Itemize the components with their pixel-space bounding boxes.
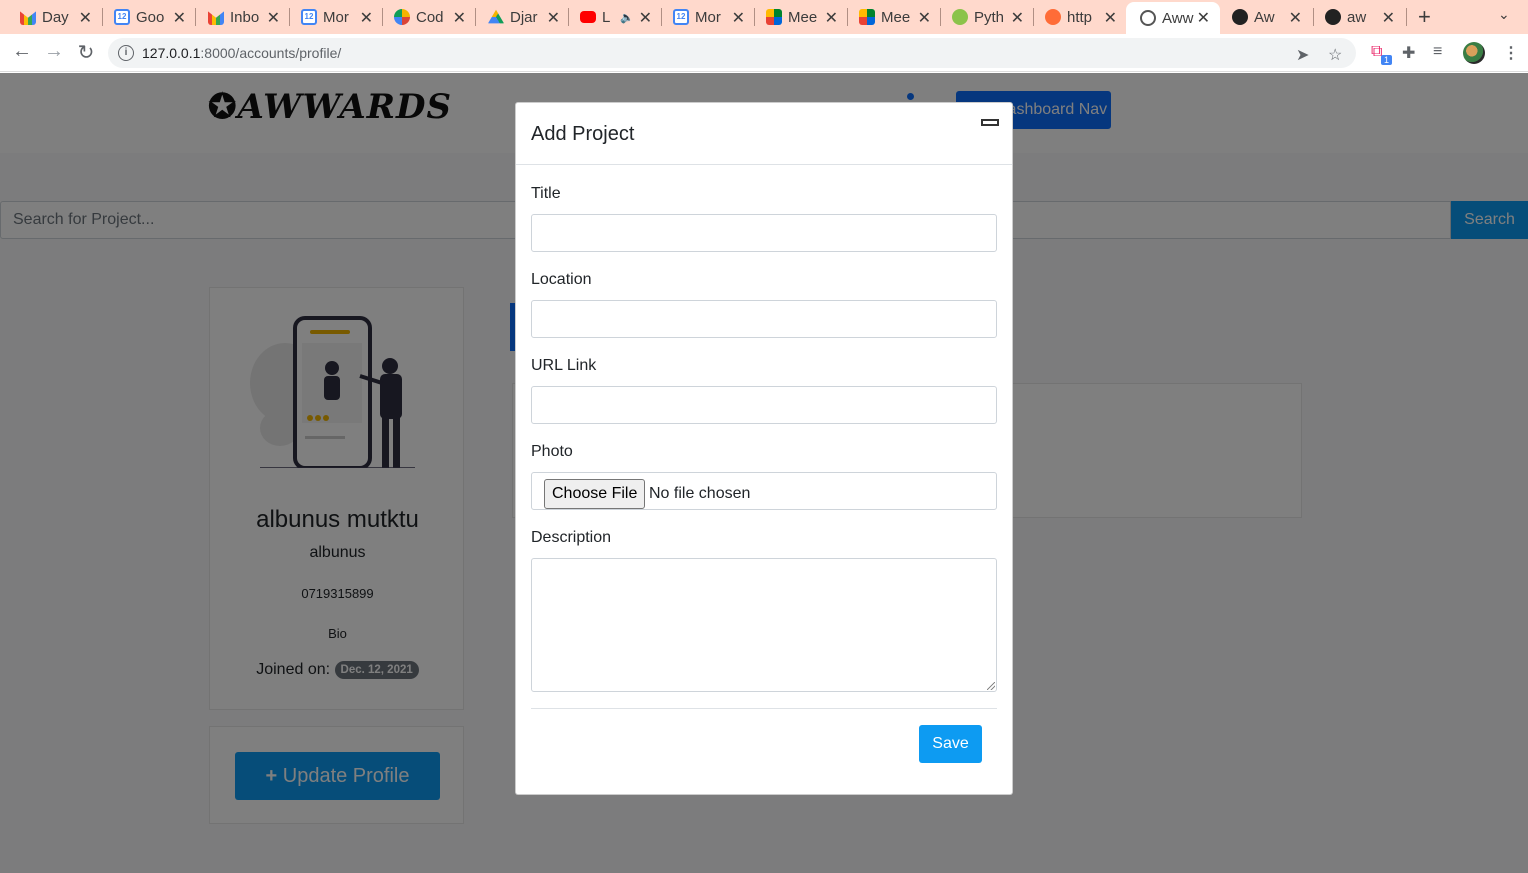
browser-tab-strip: Day ✕ 12 Goo ✕ Inbo ✕ 12 Mor ✕ Cod ✕ Dja… bbox=[0, 0, 1528, 34]
close-icon[interactable] bbox=[981, 119, 999, 126]
github-icon bbox=[1232, 9, 1248, 25]
bookmark-star-icon[interactable]: ☆ bbox=[1328, 45, 1342, 65]
browser-tab[interactable]: Aw ✕ bbox=[1218, 2, 1312, 32]
browser-tab[interactable]: Day ✕ bbox=[6, 2, 102, 32]
browser-tab[interactable]: Pyth ✕ bbox=[938, 2, 1034, 32]
close-tab-icon[interactable]: ✕ bbox=[547, 8, 560, 28]
address-bar[interactable]: i 127.0.0.1:8000/accounts/profile/ ➤ ☆ bbox=[108, 38, 1356, 68]
resize-handle-icon[interactable] bbox=[987, 682, 995, 690]
browser-tab[interactable]: http ✕ bbox=[1031, 2, 1127, 32]
github-icon bbox=[1325, 9, 1341, 25]
file-status-text: No file chosen bbox=[649, 485, 751, 502]
description-textarea[interactable] bbox=[531, 558, 997, 692]
close-tab-icon[interactable]: ✕ bbox=[267, 8, 280, 28]
browser-toolbar: ← → ↻ i 127.0.0.1:8000/accounts/profile/… bbox=[0, 34, 1528, 72]
new-tab-plus-icon[interactable]: + bbox=[1418, 4, 1431, 30]
close-tab-icon[interactable]: ✕ bbox=[825, 8, 838, 28]
python-icon bbox=[952, 9, 968, 25]
close-tab-icon[interactable]: ✕ bbox=[79, 8, 92, 28]
forward-arrow-icon[interactable]: → bbox=[42, 40, 66, 63]
close-tab-icon[interactable]: ✕ bbox=[1011, 8, 1024, 28]
browser-tab[interactable]: 12 Mor ✕ bbox=[659, 2, 755, 32]
globe-icon bbox=[1140, 10, 1156, 26]
browser-tab[interactable]: Inbo ✕ bbox=[194, 2, 290, 32]
media-queue-icon[interactable]: ≡ bbox=[1433, 43, 1442, 61]
codewars-icon bbox=[394, 9, 410, 25]
kebab-menu-icon[interactable]: ⋮ bbox=[1503, 43, 1519, 63]
google-drive-icon bbox=[488, 9, 504, 24]
close-tab-icon[interactable]: ✕ bbox=[732, 8, 745, 28]
page-viewport: ✪AWWARDS Dashboard Nav ▼ Search for Proj… bbox=[0, 73, 1528, 873]
close-tab-icon[interactable]: ✕ bbox=[1104, 8, 1117, 28]
title-input[interactable] bbox=[531, 214, 997, 252]
close-tab-icon[interactable]: ✕ bbox=[360, 8, 373, 28]
send-icon[interactable]: ➤ bbox=[1296, 45, 1309, 65]
gmail-icon bbox=[20, 11, 36, 25]
reload-icon[interactable]: ↻ bbox=[74, 40, 98, 65]
browser-tab[interactable]: Cod ✕ bbox=[380, 2, 476, 32]
tab-search-chevron-icon[interactable]: ⌄ bbox=[1498, 6, 1510, 23]
google-meet-icon bbox=[859, 9, 875, 25]
close-tab-icon[interactable]: ✕ bbox=[639, 8, 652, 28]
browser-tab[interactable]: 12 Mor ✕ bbox=[287, 2, 383, 32]
speaker-icon[interactable]: 🔈 bbox=[620, 11, 634, 24]
browser-tab[interactable]: aw ✕ bbox=[1311, 2, 1405, 32]
google-meet-icon bbox=[766, 9, 782, 25]
gmail-icon bbox=[208, 11, 224, 25]
close-tab-icon[interactable]: ✕ bbox=[453, 8, 466, 28]
modal-title: Add Project bbox=[531, 123, 635, 145]
close-tab-icon[interactable]: ✕ bbox=[918, 8, 931, 28]
save-button[interactable]: Save bbox=[919, 725, 982, 763]
browser-tab-active[interactable]: Aww ✕ bbox=[1126, 2, 1220, 34]
browser-tab[interactable]: Mee ✕ bbox=[752, 2, 848, 32]
photo-label: Photo bbox=[531, 443, 573, 460]
modal-header: Add Project bbox=[516, 103, 1012, 165]
choose-file-button[interactable]: Choose File bbox=[544, 479, 646, 509]
profile-avatar[interactable] bbox=[1463, 42, 1485, 64]
site-info-icon[interactable]: i bbox=[118, 45, 134, 61]
title-label: Title bbox=[531, 185, 561, 202]
extension-badge: 1 bbox=[1381, 55, 1393, 65]
url-link-label: URL Link bbox=[531, 357, 597, 374]
address-url[interactable]: 127.0.0.1:8000/accounts/profile/ bbox=[142, 45, 341, 61]
photo-file-input: Choose File No file chosen bbox=[531, 472, 997, 510]
close-tab-icon[interactable]: ✕ bbox=[1382, 8, 1395, 28]
close-tab-icon[interactable]: ✕ bbox=[1197, 8, 1210, 28]
modal-divider bbox=[531, 708, 997, 709]
browser-tab[interactable]: L 🔈 ✕ bbox=[566, 2, 662, 32]
location-input[interactable] bbox=[531, 300, 997, 338]
back-arrow-icon[interactable]: ← bbox=[10, 40, 34, 63]
description-label: Description bbox=[531, 529, 612, 546]
url-link-input[interactable] bbox=[531, 386, 997, 424]
google-calendar-icon: 12 bbox=[114, 9, 130, 25]
browser-tab[interactable]: Djar ✕ bbox=[474, 2, 570, 32]
add-project-modal: Add Project Title Location URL Link Phot… bbox=[515, 102, 1013, 795]
browser-tab[interactable]: Mee ✕ bbox=[845, 2, 941, 32]
close-tab-icon[interactable]: ✕ bbox=[173, 8, 186, 28]
location-label: Location bbox=[531, 271, 592, 288]
google-calendar-icon: 12 bbox=[301, 9, 317, 25]
postman-icon bbox=[1045, 9, 1061, 25]
puzzle-extensions-icon[interactable]: ✚ bbox=[1402, 43, 1415, 63]
google-calendar-icon: 12 bbox=[673, 9, 689, 25]
browser-tab[interactable]: 12 Goo ✕ bbox=[100, 2, 196, 32]
youtube-icon bbox=[580, 11, 596, 23]
close-tab-icon[interactable]: ✕ bbox=[1289, 8, 1302, 28]
